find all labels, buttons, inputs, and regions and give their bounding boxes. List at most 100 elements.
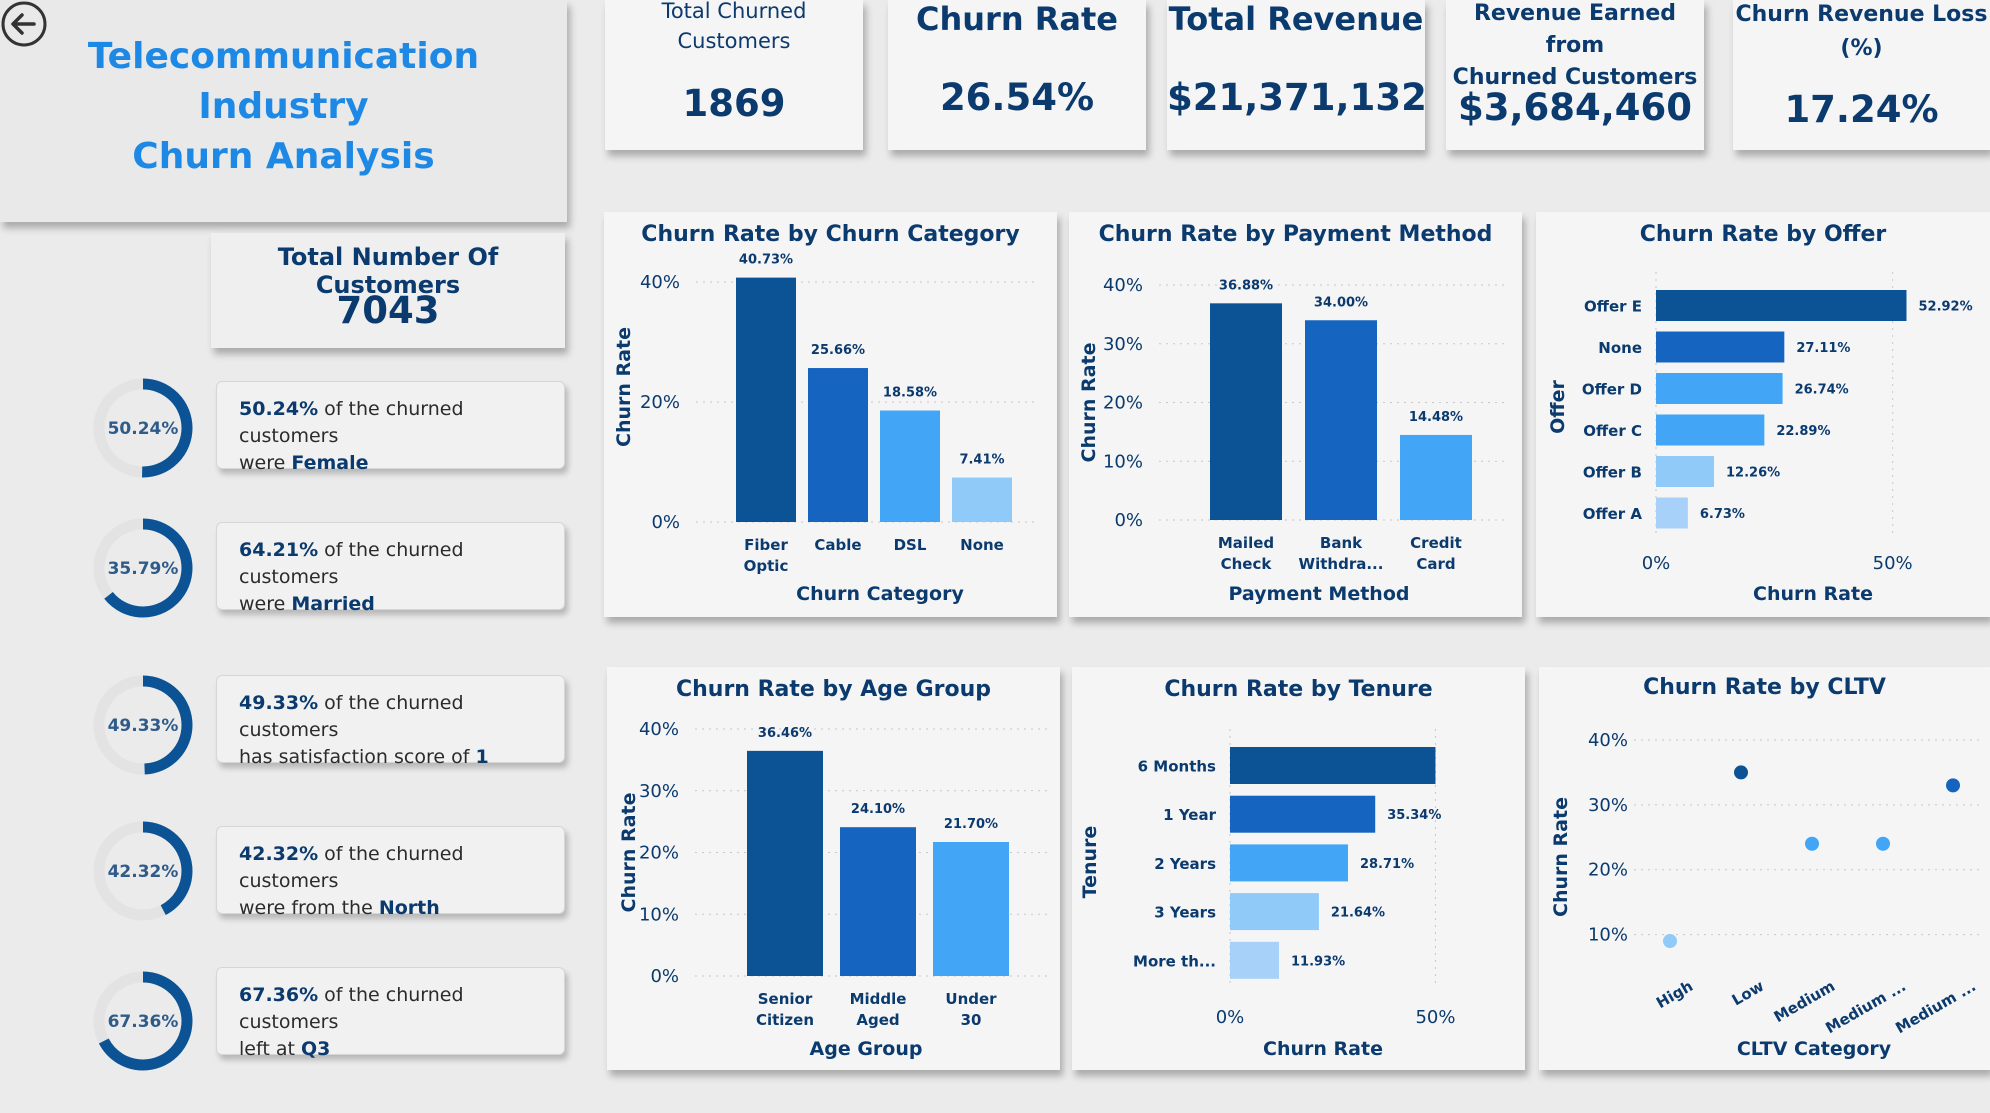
bar[interactable] [933, 842, 1009, 976]
data-label: 24.10% [851, 802, 905, 817]
data-label: 27.11% [1796, 341, 1850, 356]
app-title: Telecommunication Industry Churn Analysi… [0, 32, 567, 182]
y-tick-label: 10% [1588, 925, 1628, 946]
insight-box: 67.36% of the churned customers left at Q… [216, 967, 565, 1060]
y-tick-label: Offer A [1583, 505, 1643, 523]
bar[interactable] [736, 277, 796, 522]
scatter-point[interactable] [1946, 778, 1960, 793]
kpi-card-revenue-loss: Churn Revenue Loss (%) 17.24% [1733, 0, 1990, 150]
bar[interactable] [1210, 303, 1282, 520]
app-title-line: Churn Analysis [132, 136, 435, 177]
y-tick-label: 0% [651, 512, 680, 533]
scatter-point[interactable] [1876, 836, 1890, 851]
kpi-title: Total Revenue [1168, 0, 1424, 38]
x-tick-label: Senior [758, 990, 813, 1008]
y-tick-label: 40% [1103, 275, 1143, 296]
insight-percent: 67.36% [239, 984, 319, 1006]
scatter-point[interactable] [1734, 765, 1748, 780]
bar[interactable] [747, 750, 823, 976]
y-tick-label: 10% [1103, 451, 1143, 472]
y-axis-title: Offer [1547, 379, 1569, 433]
bar[interactable] [1230, 795, 1376, 833]
bar[interactable] [840, 827, 916, 976]
bar[interactable] [1656, 414, 1765, 446]
kpi-card-total-churned: Total Churned Customers 1869 [605, 0, 863, 150]
bar[interactable] [1656, 331, 1785, 363]
kpi-title-line: Churn Revenue Loss [1735, 2, 1988, 27]
x-tick-label: Middle [850, 990, 907, 1008]
x-tick-label: DSL [894, 536, 927, 554]
bar[interactable] [1305, 320, 1377, 520]
bar[interactable] [1230, 941, 1280, 979]
y-tick-label: None [1598, 339, 1642, 357]
insight-line: 50.24% of the churned customers [239, 396, 564, 450]
y-tick-label: 40% [640, 272, 680, 293]
y-tick-label: 0% [1114, 510, 1143, 531]
y-axis-title: Churn Rate [618, 793, 640, 913]
insight-prefix: left at [239, 1038, 301, 1060]
x-tick-label: Low [1729, 977, 1767, 1010]
bar[interactable] [1400, 434, 1472, 520]
bar[interactable] [880, 410, 940, 522]
kpi-value: 26.54% [939, 76, 1095, 119]
insight-box: 64.21% of the churned customers were Marr… [216, 522, 565, 615]
chart-panel-tenure: Churn Rate by Tenure 0% 50% 6 Months 1 Year… [1072, 667, 1525, 1070]
donut-ring: 50.24% [93, 378, 193, 478]
donut-ring: 67.36% [93, 971, 193, 1071]
chart-panel-cltv: Churn Rate by CLTV 10% 20% 30% 40% High Low Me… [1539, 667, 1990, 1070]
y-tick-label: 6 Months [1138, 758, 1216, 776]
data-label: 21.64% [1331, 906, 1385, 921]
y-axis-title: Churn Rate [613, 327, 635, 447]
x-axis-title: Age Group [810, 1038, 923, 1060]
kpi-value: 1869 [682, 82, 786, 125]
x-tick-label: 0% [1642, 553, 1671, 574]
bar[interactable] [1656, 497, 1688, 529]
bar[interactable] [1656, 456, 1715, 487]
kpi-card-churn-rate: Churn Rate 26.54% [888, 0, 1146, 150]
insight-highlight: Married [291, 593, 375, 615]
y-tick-label: 40% [1588, 730, 1628, 751]
insight-line: has satisfaction score of 1 [239, 744, 564, 771]
insight-line: 64.21% of the churned customers [239, 537, 564, 591]
insight-line: were Female [239, 450, 564, 477]
insight-line: 49.33% of the churned customers [239, 690, 564, 744]
bar[interactable] [1230, 893, 1319, 931]
x-tick-label: 30 [961, 1011, 982, 1029]
insight-prefix: were [239, 452, 292, 474]
x-tick-label: Bank [1320, 534, 1363, 552]
bar[interactable] [1656, 290, 1907, 321]
y-tick-label: 2 Years [1154, 855, 1216, 873]
insight-prefix: were from the [239, 897, 379, 919]
bar[interactable] [1230, 747, 1436, 784]
kpi-title: Total Churned Customers [605, 0, 863, 56]
y-tick-label: 3 Years [1154, 904, 1216, 922]
insight-highlight: 1 [475, 746, 489, 768]
kpi-title-line: Total Churned [661, 0, 807, 23]
bar[interactable] [808, 368, 868, 522]
kpi-title: Revenue Earned from Churned Customers [1446, 0, 1704, 94]
insight-percent: 50.24% [239, 398, 319, 420]
kpi-title-line: (%) [1840, 36, 1883, 61]
kpi-title-line: Customers [677, 29, 791, 53]
data-label: 18.58% [883, 386, 937, 401]
data-label: 6.73% [1700, 507, 1745, 522]
y-tick-label: 30% [1588, 795, 1628, 816]
donut-label: 49.33% [108, 716, 179, 736]
y-axis-title: Churn Rate [1550, 797, 1572, 917]
y-axis-title: Churn Rate [1078, 343, 1100, 463]
bar[interactable] [1656, 373, 1783, 404]
insight-box: 42.32% of the churned customers were from… [216, 826, 565, 919]
data-label: 21.70% [944, 817, 998, 832]
scatter-point[interactable] [1805, 836, 1819, 851]
data-label: 7.41% [959, 453, 1004, 468]
x-tick-label: High [1653, 977, 1696, 1012]
donut-label: 42.32% [108, 862, 179, 882]
scatter-point[interactable] [1663, 934, 1677, 949]
bar[interactable] [952, 477, 1012, 522]
bar[interactable] [1230, 844, 1348, 882]
title-card: Telecommunication Industry Churn Analysi… [0, 0, 567, 222]
insight-percent: 64.21% [239, 539, 319, 561]
x-tick-label: 0% [1216, 1007, 1245, 1028]
data-label: 35.34% [1387, 808, 1441, 823]
x-tick-label: Citizen [756, 1011, 814, 1029]
